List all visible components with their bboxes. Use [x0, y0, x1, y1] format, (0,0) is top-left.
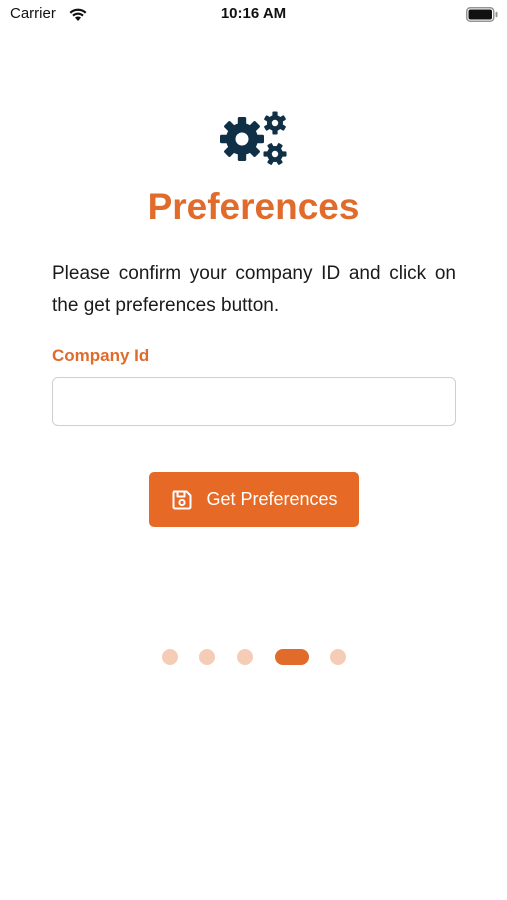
get-preferences-label: Get Preferences — [206, 489, 338, 509]
instructions-text: Please confirm your company ID and click… — [52, 263, 456, 316]
page-dot[interactable] — [237, 649, 253, 665]
page-dot-active[interactable] — [275, 649, 309, 665]
battery-icon — [466, 7, 498, 22]
get-preferences-button[interactable]: Get Preferences — [149, 472, 359, 527]
status-time: 10:16 AM — [220, 5, 287, 22]
company-id-input[interactable] — [52, 377, 456, 426]
status-bar: Carrier 10:16 AM — [0, 0, 507, 32]
gears-icon — [220, 111, 287, 165]
page-indicator — [0, 649, 507, 665]
page-dot[interactable] — [330, 649, 346, 665]
floppy-disk-icon — [172, 490, 192, 509]
page-dot[interactable] — [199, 649, 215, 665]
company-id-label: Company Id — [52, 346, 150, 365]
page-dot[interactable] — [162, 649, 178, 665]
page-title: Preferences — [147, 186, 360, 227]
